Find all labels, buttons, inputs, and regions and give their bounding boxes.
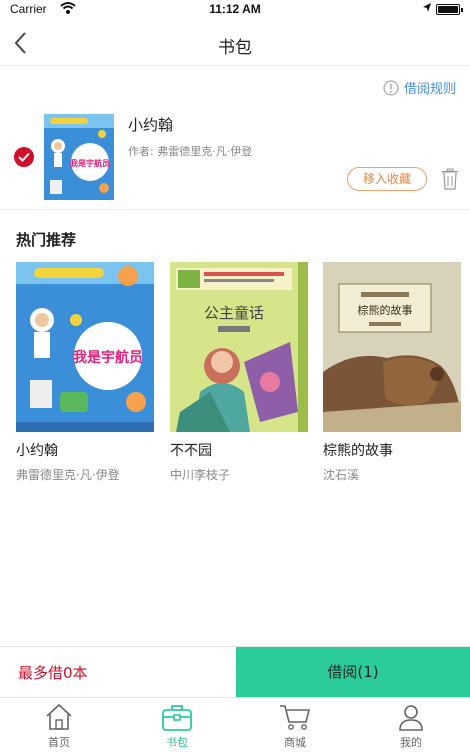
cart-cover-text: 我是宇航员 <box>70 158 110 168</box>
book-cover-text: 我是宇航员 <box>73 349 143 366</box>
cart-book-title[interactable]: 小约翰 <box>128 114 173 135</box>
trash-icon[interactable] <box>440 168 460 190</box>
borrow-button[interactable]: 借阅(1) <box>236 647 470 697</box>
user-icon <box>399 705 423 731</box>
cart-item: 我是宇航员 小约翰 作者: 弗雷德里克·凡·伊登 移入收藏 <box>0 100 470 210</box>
borrow-limit-text: 最多借0本 <box>18 664 88 682</box>
location-arrow-icon <box>423 3 431 12</box>
recommended-book[interactable]: 公主童话 不不园 中川李枝子 <box>170 262 308 483</box>
home-icon <box>46 703 72 730</box>
recommended-book-title: 不不园 <box>170 443 212 459</box>
recommended-book[interactable]: 棕熊的故事 棕熊的故事 沈石溪 <box>323 262 461 483</box>
borrow-action-bar: 最多借0本 借阅(1) <box>0 646 470 697</box>
tab-bag[interactable]: 书包 <box>118 698 236 753</box>
tab-store[interactable]: 商城 <box>236 698 354 753</box>
cart-icon <box>280 705 311 730</box>
recommended-book-author: 中川李枝子 <box>170 468 231 482</box>
cart-book-author: 作者: 弗雷德里克·凡·伊登 <box>128 145 253 158</box>
borrow-rules-link[interactable]: 借阅规则 <box>383 78 456 97</box>
bag-icon <box>162 705 192 731</box>
book-cover-image[interactable]: 公主童话 <box>170 262 308 432</box>
tab-bar: 首页 书包 商城 我的 <box>0 697 470 753</box>
nav-bar: 书包 <box>0 22 470 66</box>
borrow-rules-label: 借阅规则 <box>403 82 456 97</box>
status-bar: Carrier 11:12 AM <box>0 0 470 20</box>
tab-home-label: 首页 <box>48 736 70 749</box>
page-title: 书包 <box>218 38 252 58</box>
battery-icon <box>436 4 463 15</box>
tab-store-label: 商城 <box>284 736 306 749</box>
recommended-book-title: 棕熊的故事 <box>323 443 393 459</box>
tab-home[interactable]: 首页 <box>0 698 118 753</box>
tab-bag-label: 书包 <box>166 736 188 749</box>
book-cover-text: 公主童话 <box>204 304 264 322</box>
tab-me[interactable]: 我的 <box>352 698 470 753</box>
clock: 11:12 AM <box>209 2 261 16</box>
section-title-recommended: 热门推荐 <box>16 231 77 249</box>
move-to-favorites-button[interactable]: 移入收藏 <box>347 167 427 191</box>
recommended-book[interactable]: 我是宇航员 小约翰 弗雷德里克·凡·伊登 <box>16 262 154 483</box>
book-cover-image[interactable]: 我是宇航员 <box>44 114 114 200</box>
info-icon <box>383 80 399 95</box>
recommended-book-title: 小约翰 <box>16 443 58 459</box>
book-cover-image[interactable]: 棕熊的故事 <box>323 262 461 432</box>
recommended-book-author: 弗雷德里克·凡·伊登 <box>16 468 120 482</box>
tab-me-label: 我的 <box>400 736 422 749</box>
checked-icon[interactable] <box>14 147 34 167</box>
book-cover-text: 棕熊的故事 <box>358 303 413 317</box>
book-cover-image[interactable]: 我是宇航员 <box>16 262 154 432</box>
recommended-book-author: 沈石溪 <box>323 468 360 482</box>
